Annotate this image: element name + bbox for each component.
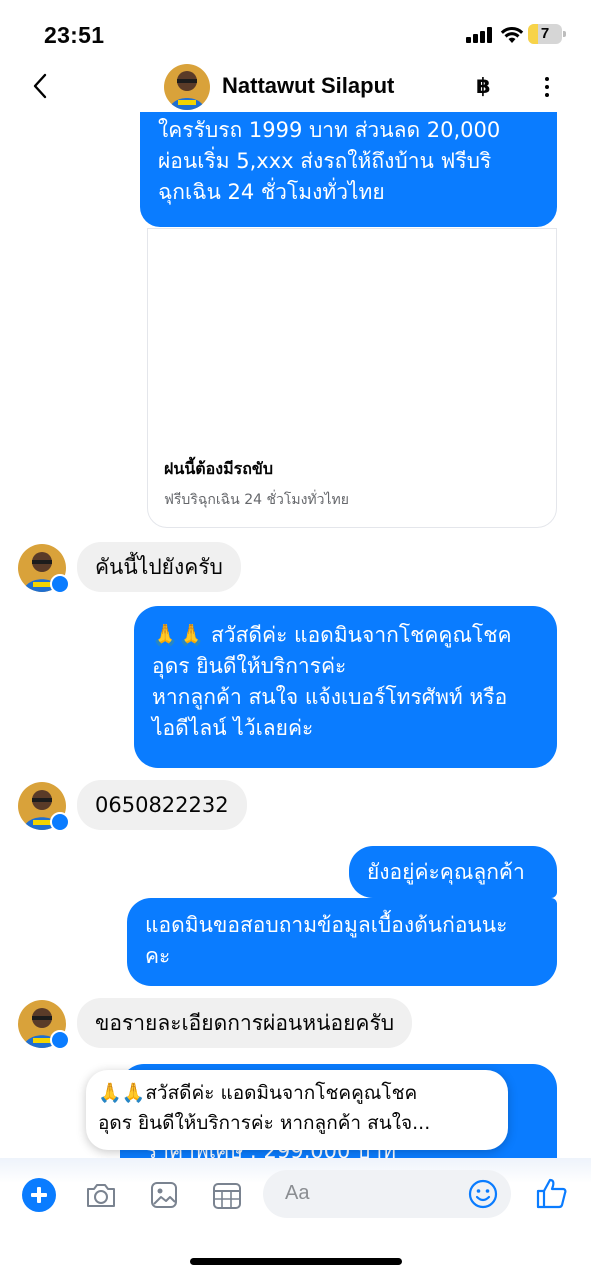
home-indicator — [190, 1258, 402, 1265]
message-input[interactable]: Aa — [263, 1170, 511, 1218]
message-input-placeholder: Aa — [285, 1182, 310, 1204]
preview-line: อุดร ยินดีให้บริการค่ะ หากลูกค้า สนใจ... — [98, 1112, 431, 1134]
link-preview-card[interactable]: ฝนนี้ต้องมีรถขับ ฟรีบริฉุกเฉิน 24 ชั่วโม… — [147, 228, 557, 528]
message-line: อุดร ยินดีให้บริการค่ะ — [152, 654, 347, 678]
emoji-icon[interactable] — [467, 1178, 499, 1210]
wifi-icon — [500, 26, 524, 43]
camera-icon[interactable] — [84, 1178, 118, 1212]
message-bubble-incoming[interactable]: คันนี้ไปยังครับ — [77, 542, 241, 592]
message-line: คะ — [145, 944, 171, 968]
message-bubble-outgoing[interactable]: ยังอยู่ค่ะคุณลูกค้า — [349, 846, 557, 898]
messenger-badge-icon — [50, 1030, 70, 1050]
composer-bar: Aa — [0, 1158, 591, 1230]
status-bar: 23:51 7 — [0, 0, 591, 62]
baht-icon[interactable]: ฿ — [476, 74, 491, 98]
message-line: 🙏🙏 สวัสดีค่ะ แอดมินจากโชคคูณโชค — [152, 623, 512, 647]
message-bubble-outgoing[interactable]: 🙏🙏 สวัสดีค่ะ แอดมินจากโชคคูณโชค อุดร ยิน… — [134, 606, 557, 768]
signal-icon — [466, 27, 492, 43]
message-line: ฉุกเฉิน 24 ชั่วโมงทั่วไทย — [158, 180, 385, 204]
message-line: หากลูกค้า สนใจ แจ้งเบอร์โทรศัพท์ หรือ — [152, 685, 508, 709]
link-card-subtitle: ฟรีบริฉุกเฉิน 24 ชั่วโมงทั่วไทย — [164, 492, 349, 508]
sticker-icon[interactable] — [210, 1178, 244, 1212]
messenger-badge-icon — [50, 574, 70, 594]
message-line: ยังอยู่ค่ะคุณลูกค้า — [367, 860, 525, 884]
message-bubble-incoming[interactable]: ขอรายละเอียดการผ่อนหน่อยครับ — [77, 998, 413, 1048]
battery-icon: 7 — [528, 24, 566, 44]
battery-level: 7 — [540, 25, 550, 42]
like-icon[interactable] — [533, 1174, 571, 1212]
message-preview-popup[interactable]: 🙏🙏สวัสดีค่ะ แอดมินจากโชคคูณโชค อุดร ยินด… — [86, 1070, 508, 1150]
chat-header: Nattawut Silaput ฿ — [0, 62, 591, 112]
message-bubble-incoming[interactable]: 0650822232 — [77, 780, 247, 830]
gallery-icon[interactable] — [147, 1178, 181, 1212]
message-bubble-outgoing[interactable]: ใครรับรถ 1999 บาท ส่วนลด 20,000 ผ่อนเริ่… — [140, 105, 557, 227]
back-icon[interactable] — [30, 72, 52, 100]
more-icon[interactable] — [544, 74, 550, 100]
status-time: 23:51 — [44, 22, 105, 48]
message-line: ผ่อนเริ่ม 5,xxx ส่งรถให้ถึงบ้าน ฟรีบริ — [158, 149, 492, 173]
message-bubble-outgoing[interactable]: แอดมินขอสอบถามข้อมูลเบื้องต้นก่อนนะ คะ — [127, 898, 557, 986]
message-line: ใครรับรถ 1999 บาท ส่วนลด 20,000 — [158, 118, 501, 142]
preview-line: 🙏🙏สวัสดีค่ะ แอดมินจากโชคคูณโชค — [98, 1082, 418, 1104]
contact-name[interactable]: Nattawut Silaput — [222, 73, 394, 99]
link-card-title: ฝนนี้ต้องมีรถขับ — [164, 459, 273, 478]
plus-icon[interactable] — [22, 1178, 56, 1212]
contact-avatar[interactable] — [164, 64, 210, 110]
messenger-badge-icon — [50, 812, 70, 832]
message-line: ไอดีไลน์ ไว้เลยค่ะ — [152, 716, 314, 740]
message-line: แอดมินขอสอบถามข้อมูลเบื้องต้นก่อนนะ — [145, 913, 508, 937]
